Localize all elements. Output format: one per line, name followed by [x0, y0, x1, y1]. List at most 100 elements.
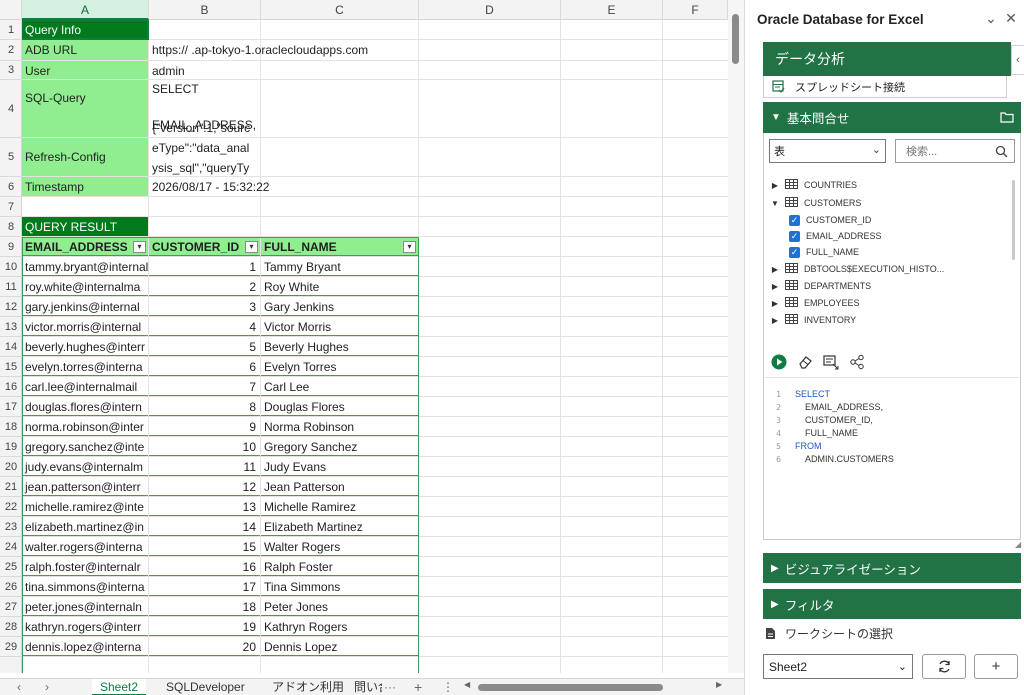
prev-sheet-arrow-icon[interactable]: ‹ [17, 679, 21, 695]
search-icon[interactable] [995, 145, 1008, 158]
column-header-b[interactable]: B [149, 0, 261, 20]
sheet-menu-icon[interactable]: ⋮ [442, 679, 454, 695]
sheet-tab-sheet2[interactable]: Sheet2 [92, 679, 147, 695]
object-type-select[interactable]: 表 ⌄ [769, 139, 886, 163]
user-label[interactable]: User [22, 61, 148, 79]
table-cell-email[interactable]: tammy.bryant@internal [22, 257, 148, 276]
row-header-28[interactable]: 28 [0, 617, 22, 637]
cell-grid[interactable]: Query Info ADB URL https:// .ap-tokyo-1.or… [22, 20, 728, 673]
horizontal-scrollbar[interactable]: ◀ ▶ [462, 680, 727, 692]
column-header-e[interactable]: E [561, 0, 663, 20]
row-header-11[interactable]: 11 [0, 277, 22, 297]
table-cell-full-name[interactable]: Ralph Foster [261, 557, 418, 576]
close-icon[interactable]: ✕ [1003, 10, 1019, 27]
table-cell-email[interactable]: ralph.foster@internalr [22, 557, 148, 576]
row-header-26[interactable]: 26 [0, 577, 22, 597]
row-header-10[interactable]: 10 [0, 257, 22, 277]
row-header-23[interactable]: 23 [0, 517, 22, 537]
tree-item[interactable]: ▶ DEPARTMENTS [769, 278, 871, 294]
table-cell-customer-id[interactable]: 14 [149, 517, 260, 536]
tree-item[interactable]: ▶ COUNTRIES [769, 177, 857, 193]
row-header-2[interactable]: 2 [0, 40, 22, 61]
filter-dropdown-icon[interactable]: ▾ [245, 241, 258, 253]
refresh-config-label[interactable]: Refresh-Config [22, 138, 148, 176]
sql-query-label[interactable]: SQL-Query [22, 80, 148, 137]
visualization-header[interactable]: ▶ ビジュアライゼーション [763, 553, 1021, 583]
run-icon[interactable] [771, 354, 787, 370]
table-cell-customer-id[interactable]: 9 [149, 417, 260, 436]
table-cell-customer-id[interactable]: 15 [149, 537, 260, 556]
row-header-27[interactable]: 27 [0, 597, 22, 617]
table-cell-customer-id[interactable]: 5 [149, 337, 260, 356]
sql-code-line[interactable]: CUSTOMER_ID, [805, 415, 873, 425]
row-header-12[interactable]: 12 [0, 297, 22, 317]
row-header-21[interactable]: 21 [0, 477, 22, 497]
checkbox-checked-icon[interactable]: ✓ [789, 246, 800, 258]
vertical-scrollbar-thumb[interactable] [732, 14, 739, 64]
table-cell-customer-id[interactable]: 2 [149, 277, 260, 296]
basic-query-header[interactable]: ▼ 基本問合せ [763, 102, 1021, 133]
horizontal-scrollbar-thumb[interactable] [478, 684, 663, 691]
row-header-20[interactable]: 20 [0, 457, 22, 477]
customer-id-header[interactable]: CUSTOMER_ID ▾ [149, 237, 260, 256]
collapsed-triangle-icon[interactable]: ▶ [769, 299, 781, 308]
tree-item[interactable]: ▶ INVENTORY [769, 312, 856, 328]
row-header-7[interactable]: 7 [0, 197, 22, 217]
row-header-6[interactable]: 6 [0, 177, 22, 197]
table-cell-customer-id[interactable]: 6 [149, 357, 260, 376]
table-cell-customer-id[interactable]: 16 [149, 557, 260, 576]
column-header-d[interactable]: D [419, 0, 561, 20]
row-header-22[interactable]: 22 [0, 497, 22, 517]
table-cell-full-name[interactable]: Michelle Ramirez [261, 497, 418, 516]
row-header-16[interactable]: 16 [0, 377, 22, 397]
user-value[interactable]: admin [149, 61, 260, 79]
table-cell-full-name[interactable]: Victor Morris [261, 317, 418, 336]
add-sheet-button[interactable]: + [414, 679, 422, 695]
table-cell-full-name[interactable]: Walter Rogers [261, 537, 418, 556]
checkbox-checked-icon[interactable]: ✓ [789, 230, 800, 242]
add-button[interactable]: + [974, 654, 1018, 679]
table-cell-email[interactable]: gregory.sanchez@inte [22, 437, 148, 456]
row-header-8[interactable]: 8 [0, 217, 22, 237]
table-cell-email[interactable]: walter.rogers@interna [22, 537, 148, 556]
spreadsheet[interactable]: ABCDEF 1 2 3 4 5 6 7 8 9 10 11 12 13 14 15 16 17 18 19 20 21… [0, 0, 744, 695]
row-header-14[interactable]: 14 [0, 337, 22, 357]
object-search-input[interactable]: 検索... [895, 139, 1015, 163]
table-cell-email[interactable]: kathryn.rogers@interr [22, 617, 148, 636]
timestamp-value[interactable]: 2026/08/17 - 15:32:22 [149, 177, 269, 196]
filter-dropdown-icon[interactable]: ▾ [133, 241, 146, 253]
checkbox-checked-icon[interactable]: ✓ [789, 214, 800, 226]
table-cell-full-name[interactable]: Douglas Flores [261, 397, 418, 416]
column-header-c[interactable]: C [261, 0, 419, 20]
table-cell-email[interactable]: tina.simmons@interna [22, 577, 148, 596]
select-all-corner[interactable] [0, 0, 22, 20]
table-cell-customer-id[interactable]: 8 [149, 397, 260, 416]
worksheet-select[interactable]: Sheet2 ⌄ [763, 654, 913, 679]
next-sheet-arrow-icon[interactable]: › [45, 679, 49, 695]
expanded-triangle-icon[interactable]: ▼ [769, 199, 781, 208]
table-cell-full-name[interactable]: Kathryn Rogers [261, 617, 418, 636]
table-cell-customer-id[interactable]: 3 [149, 297, 260, 316]
filter-header[interactable]: ▶ フィルタ [763, 589, 1021, 619]
row-header-25[interactable]: 25 [0, 557, 22, 577]
table-cell-email[interactable]: norma.robinson@inter [22, 417, 148, 436]
table-cell-full-name[interactable]: Jean Patterson [261, 477, 418, 496]
adb-url-value[interactable]: https:// .ap-tokyo-1.oraclecloudapps.com [149, 40, 662, 60]
sheet-tab-sqldeveloper[interactable]: SQLDeveloper [158, 679, 253, 695]
table-cell-email[interactable]: dennis.lopez@interna [22, 637, 148, 656]
table-cell-customer-id[interactable]: 7 [149, 377, 260, 396]
table-cell-customer-id[interactable]: 17 [149, 577, 260, 596]
query-result-title[interactable]: QUERY RESULT [22, 217, 148, 236]
sql-code-line[interactable]: ADMIN.CUSTOMERS [805, 454, 894, 464]
sheet-tab-addon[interactable]: アドオン利用 [264, 679, 352, 695]
tree-item[interactable]: ▼ CUSTOMERS [769, 195, 861, 211]
tree-item[interactable]: ▶ EMPLOYEES [769, 295, 860, 311]
table-cell-full-name[interactable]: Judy Evans [261, 457, 418, 476]
sql-code-line[interactable]: EMAIL_ADDRESS, [805, 402, 883, 412]
collapsed-triangle-icon[interactable]: ▶ [769, 316, 781, 325]
table-cell-full-name[interactable]: Norma Robinson [261, 417, 418, 436]
sql-code-line[interactable]: FROM [795, 441, 822, 451]
table-cell-full-name[interactable]: Elizabeth Martinez [261, 517, 418, 536]
folder-open-icon[interactable] [1000, 111, 1015, 123]
tree-item[interactable]: ▶ DBTOOLS$EXECUTION_HISTO... [769, 261, 944, 277]
